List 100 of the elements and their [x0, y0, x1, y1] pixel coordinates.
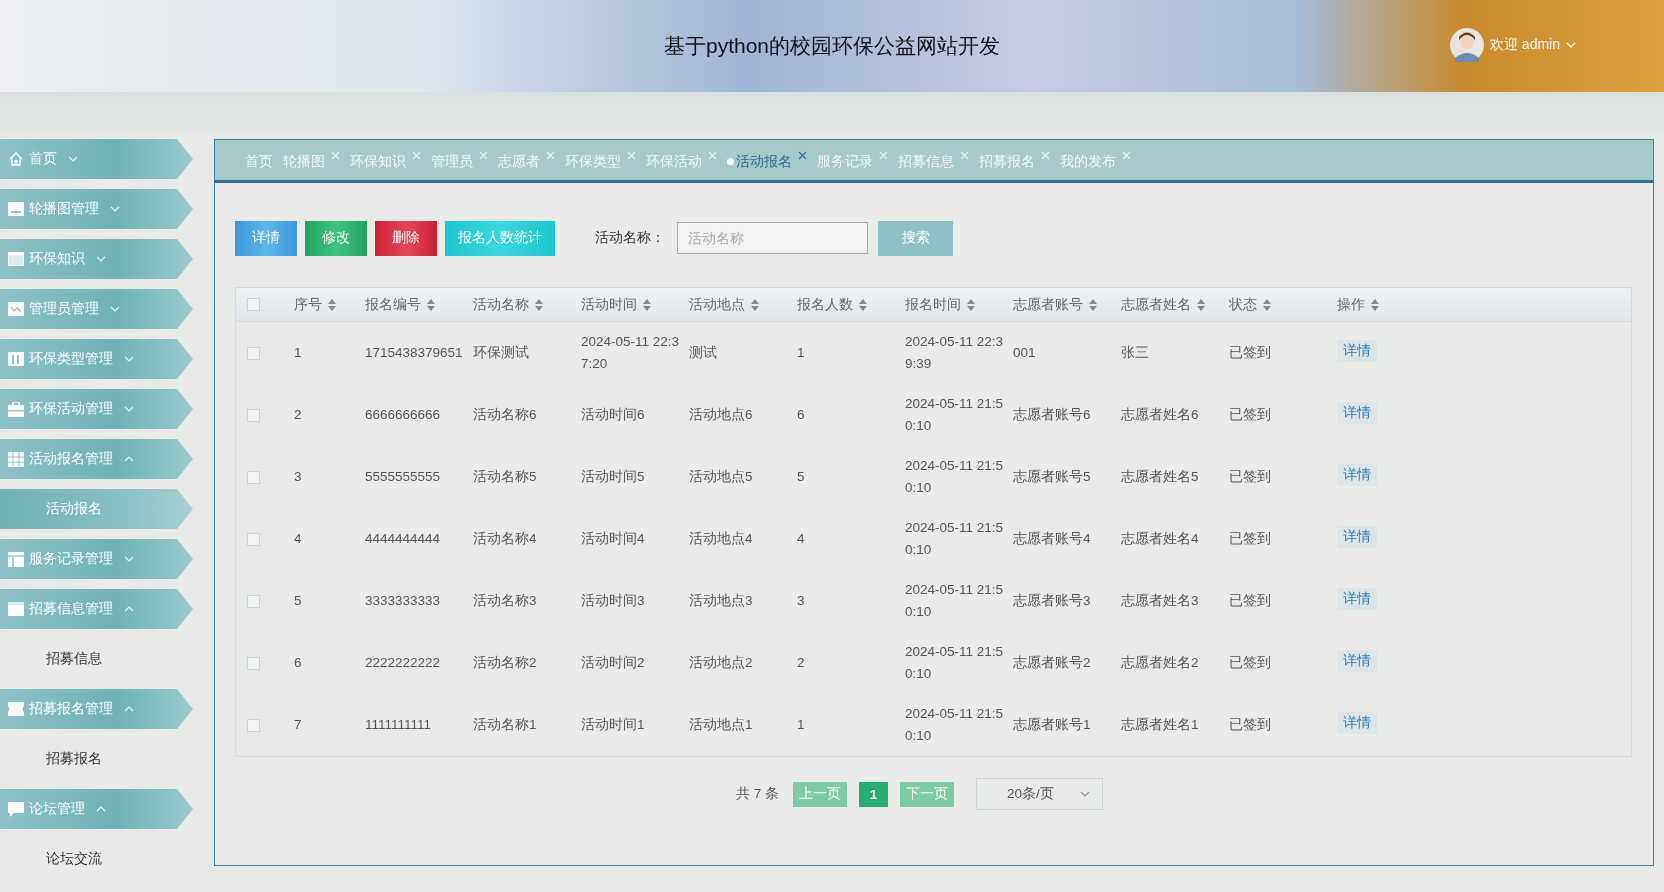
sort-icon[interactable]: [967, 298, 975, 311]
edit-button[interactable]: 修改: [305, 220, 367, 256]
tab[interactable]: 环保知识: [350, 149, 406, 171]
column-header[interactable]: 活动时间: [581, 295, 637, 314]
sidebar-menu-item[interactable]: 轮播图管理: [0, 189, 193, 229]
table-cell-text: 2024-05-11 22:39:39: [905, 333, 1005, 373]
tab[interactable]: 招募报名: [979, 149, 1035, 171]
table-cell-text: 志愿者账号2: [1013, 654, 1092, 672]
page-number[interactable]: 1: [859, 781, 888, 807]
column-header[interactable]: 报名时间: [905, 295, 961, 314]
row-checkbox[interactable]: [247, 346, 260, 360]
tab[interactable]: 首页: [245, 149, 273, 171]
table-cell-text: 志愿者账号3: [1013, 592, 1092, 610]
column-header[interactable]: 报名人数: [797, 295, 853, 314]
ticket-icon: [8, 702, 24, 716]
sidebar-menu-item[interactable]: 招募报名管理: [0, 689, 193, 729]
tab[interactable]: 轮播图: [283, 149, 325, 171]
detail-link[interactable]: 详情: [1337, 526, 1377, 548]
table-cell-text: 环保测试: [473, 344, 530, 362]
active-dot-icon: [727, 158, 734, 165]
sort-icon[interactable]: [1197, 298, 1205, 311]
sidebar-menu-item[interactable]: 活动报名管理: [0, 439, 193, 479]
detail-button[interactable]: 详情: [235, 220, 297, 256]
tab[interactable]: 服务记录: [817, 149, 873, 171]
sidebar-menu-item[interactable]: 首页: [0, 139, 193, 179]
welcome-user[interactable]: 欢迎 admin: [1489, 36, 1560, 54]
sort-icon[interactable]: [427, 298, 435, 311]
table-cell-text: 活动名称5: [473, 468, 538, 486]
table-cell-text: 志愿者姓名5: [1121, 468, 1200, 486]
prev-page-button[interactable]: 上一页: [793, 781, 847, 807]
column-header[interactable]: 操作: [1337, 295, 1365, 314]
sort-icon[interactable]: [1089, 298, 1097, 311]
row-checkbox[interactable]: [247, 656, 260, 670]
tab[interactable]: 志愿者: [498, 149, 540, 171]
sort-icon[interactable]: [328, 298, 336, 311]
tab[interactable]: 管理员: [431, 149, 473, 171]
column-header[interactable]: 报名编号: [365, 295, 421, 314]
table-cell-text: 活动时间3: [581, 592, 646, 610]
row-checkbox[interactable]: [247, 408, 260, 422]
detail-link[interactable]: 详情: [1337, 402, 1377, 424]
table-cell-text: 5: [797, 468, 806, 486]
statistics-button[interactable]: 报名人数统计: [445, 220, 555, 256]
sort-icon[interactable]: [751, 298, 759, 311]
sidebar-menu-item[interactable]: 环保知识: [0, 239, 193, 279]
table-cell-text: 已签到: [1229, 592, 1272, 610]
column-header[interactable]: 活动名称: [473, 295, 529, 314]
close-icon[interactable]: [798, 151, 807, 160]
detail-link[interactable]: 详情: [1337, 588, 1377, 610]
row-checkbox[interactable]: [247, 718, 260, 732]
detail-link[interactable]: 详情: [1337, 464, 1377, 486]
search-button[interactable]: 搜索: [878, 220, 953, 256]
detail-link[interactable]: 详情: [1337, 712, 1377, 734]
row-checkbox[interactable]: [247, 532, 260, 546]
search-field[interactable]: 活动名称: [677, 222, 868, 254]
sidebar-subitem[interactable]: 招募报名: [0, 739, 193, 779]
home-icon: [8, 151, 24, 167]
sidebar-menu-item[interactable]: 论坛管理: [0, 789, 193, 829]
column-header[interactable]: 志愿者姓名: [1121, 295, 1191, 314]
table-cell-text: 4: [797, 530, 806, 548]
delete-button[interactable]: 删除: [375, 220, 437, 256]
table-cell-text: 5555555555: [365, 468, 442, 486]
sidebar-subitem[interactable]: 招募信息: [0, 639, 193, 679]
sort-icon[interactable]: [643, 298, 651, 311]
column-header[interactable]: 志愿者账号: [1013, 295, 1083, 314]
tab[interactable]: 我的发布: [1060, 149, 1116, 171]
sidebar-menu-item[interactable]: 环保活动管理: [0, 389, 193, 429]
sidebar-subitem[interactable]: 论坛交流: [0, 839, 193, 879]
table-cell-text: 001: [1013, 344, 1037, 362]
avatar-icon[interactable]: [1449, 28, 1484, 62]
tab[interactable]: 环保类型: [565, 149, 621, 171]
table-cell-text: 活动时间2: [581, 654, 646, 672]
row-checkbox[interactable]: [247, 470, 260, 484]
menu-label: 招募报名管理: [29, 700, 113, 718]
next-page-button[interactable]: 下一页: [900, 781, 954, 807]
sort-icon[interactable]: [535, 298, 543, 311]
tab[interactable]: 招募信息: [898, 149, 954, 171]
sort-icon[interactable]: [859, 298, 867, 311]
detail-link[interactable]: 详情: [1337, 650, 1377, 672]
table-cell-text: 1111111111: [365, 716, 433, 734]
column-header[interactable]: 活动地点: [689, 295, 745, 314]
detail-link[interactable]: 详情: [1337, 340, 1377, 362]
table-cell-text: 活动时间6: [581, 406, 646, 424]
table-cell-text: 1715438379651: [365, 344, 464, 362]
total-count: 共 7 条: [736, 785, 779, 803]
sort-icon[interactable]: [1371, 298, 1379, 311]
window-icon: [8, 602, 24, 616]
sidebar-subitem[interactable]: 活动报名: [0, 489, 193, 529]
row-checkbox[interactable]: [247, 594, 260, 608]
select-all-checkbox[interactable]: [247, 298, 260, 311]
sort-icon[interactable]: [1263, 298, 1271, 311]
tab[interactable]: 活动报名: [736, 149, 792, 171]
column-header[interactable]: 状态: [1229, 295, 1257, 314]
table-cell-text: 志愿者姓名2: [1121, 654, 1200, 672]
sidebar-menu-item[interactable]: 招募信息管理: [0, 589, 193, 629]
tab[interactable]: 环保活动: [646, 149, 702, 171]
sidebar-menu-item[interactable]: 管理员管理: [0, 289, 193, 329]
column-header[interactable]: 序号: [294, 295, 322, 314]
sidebar-menu-item[interactable]: 环保类型管理: [0, 339, 193, 379]
sidebar-menu-item[interactable]: 服务记录管理: [0, 539, 193, 579]
page-size-select[interactable]: 20条/页: [976, 778, 1103, 810]
